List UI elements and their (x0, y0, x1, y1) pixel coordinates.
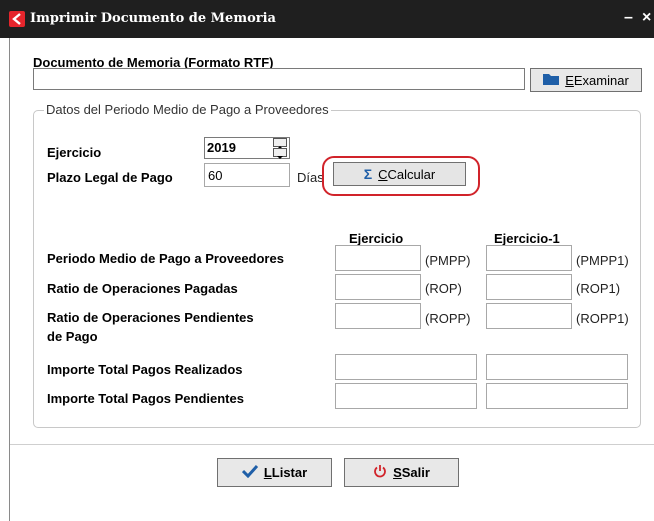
ejercicio-label: Ejercicio (47, 145, 102, 160)
ropp-current-suffix: (ROPP) (425, 311, 471, 326)
plazo-label: Plazo Legal de Pago (47, 170, 173, 185)
spin-down-icon[interactable] (273, 148, 287, 159)
rop-current-field[interactable] (335, 274, 421, 300)
pmpp-previous-suffix: (PMPP1) (576, 253, 629, 268)
pagos-realizados-previous-field[interactable] (486, 354, 628, 380)
pmpp-current-suffix: (PMPP) (425, 253, 471, 268)
checkmark-icon (241, 464, 258, 481)
ropp-label-line1: Ratio de Operaciones Pendientes (47, 310, 254, 325)
close-button[interactable]: × (642, 9, 651, 27)
browse-button[interactable]: EExaminar (530, 68, 642, 92)
pmpp-current-field[interactable] (335, 245, 421, 271)
salir-mnemonic: S (393, 465, 402, 480)
col-current-header: Ejercicio (349, 231, 404, 246)
plazo-input[interactable] (204, 163, 290, 187)
rop-label: Ratio de Operaciones Pagadas (47, 281, 238, 296)
footer-divider (10, 444, 654, 445)
ropp-current-field[interactable] (335, 303, 421, 329)
ropp-previous-field[interactable] (486, 303, 572, 329)
salir-button[interactable]: SSalir (344, 458, 459, 487)
pagos-realizados-current-field[interactable] (335, 354, 477, 380)
rop-current-suffix: (ROP) (425, 281, 462, 296)
listar-button[interactable]: LListar (217, 458, 332, 487)
window-edge (9, 38, 10, 521)
rop-previous-suffix: (ROP1) (576, 281, 621, 296)
document-path-input[interactable] (33, 68, 525, 90)
browse-label: Examinar (573, 72, 629, 88)
listar-label: Listar (271, 465, 308, 480)
title-bar: Imprimir Documento de Memoria – × (0, 0, 654, 38)
highlight-annotation (322, 156, 480, 196)
browse-mnemonic: E (565, 72, 574, 88)
pagos-pendientes-current-field[interactable] (335, 383, 477, 409)
listar-mnemonic: L (263, 465, 272, 480)
ejercicio-value: 2019 (207, 140, 236, 155)
folder-icon (543, 72, 560, 88)
pmpp-label: Periodo Medio de Pago a Proveedores (47, 251, 284, 266)
pmpp-previous-field[interactable] (486, 245, 572, 271)
salir-label: Salir (401, 465, 430, 480)
ropp-label-line2: de Pago (47, 329, 98, 344)
pagos-realizados-label: Importe Total Pagos Realizados (47, 362, 243, 377)
period-group-title: Datos del Periodo Medio de Pago a Provee… (44, 102, 331, 117)
spin-up-icon[interactable] (273, 138, 287, 149)
app-icon (9, 11, 25, 27)
pagos-pendientes-previous-field[interactable] (486, 383, 628, 409)
rop-previous-field[interactable] (486, 274, 572, 300)
minimize-button[interactable]: – (624, 9, 633, 27)
power-icon (373, 464, 387, 481)
window-title: Imprimir Documento de Memoria (30, 11, 276, 26)
ejercicio-spinner[interactable]: 2019 (204, 137, 290, 159)
pagos-pendientes-label: Importe Total Pagos Pendientes (47, 391, 244, 406)
ropp-previous-suffix: (ROPP1) (576, 311, 629, 326)
col-previous-header: Ejercicio-1 (494, 231, 560, 246)
plazo-unit: Días (297, 170, 324, 185)
